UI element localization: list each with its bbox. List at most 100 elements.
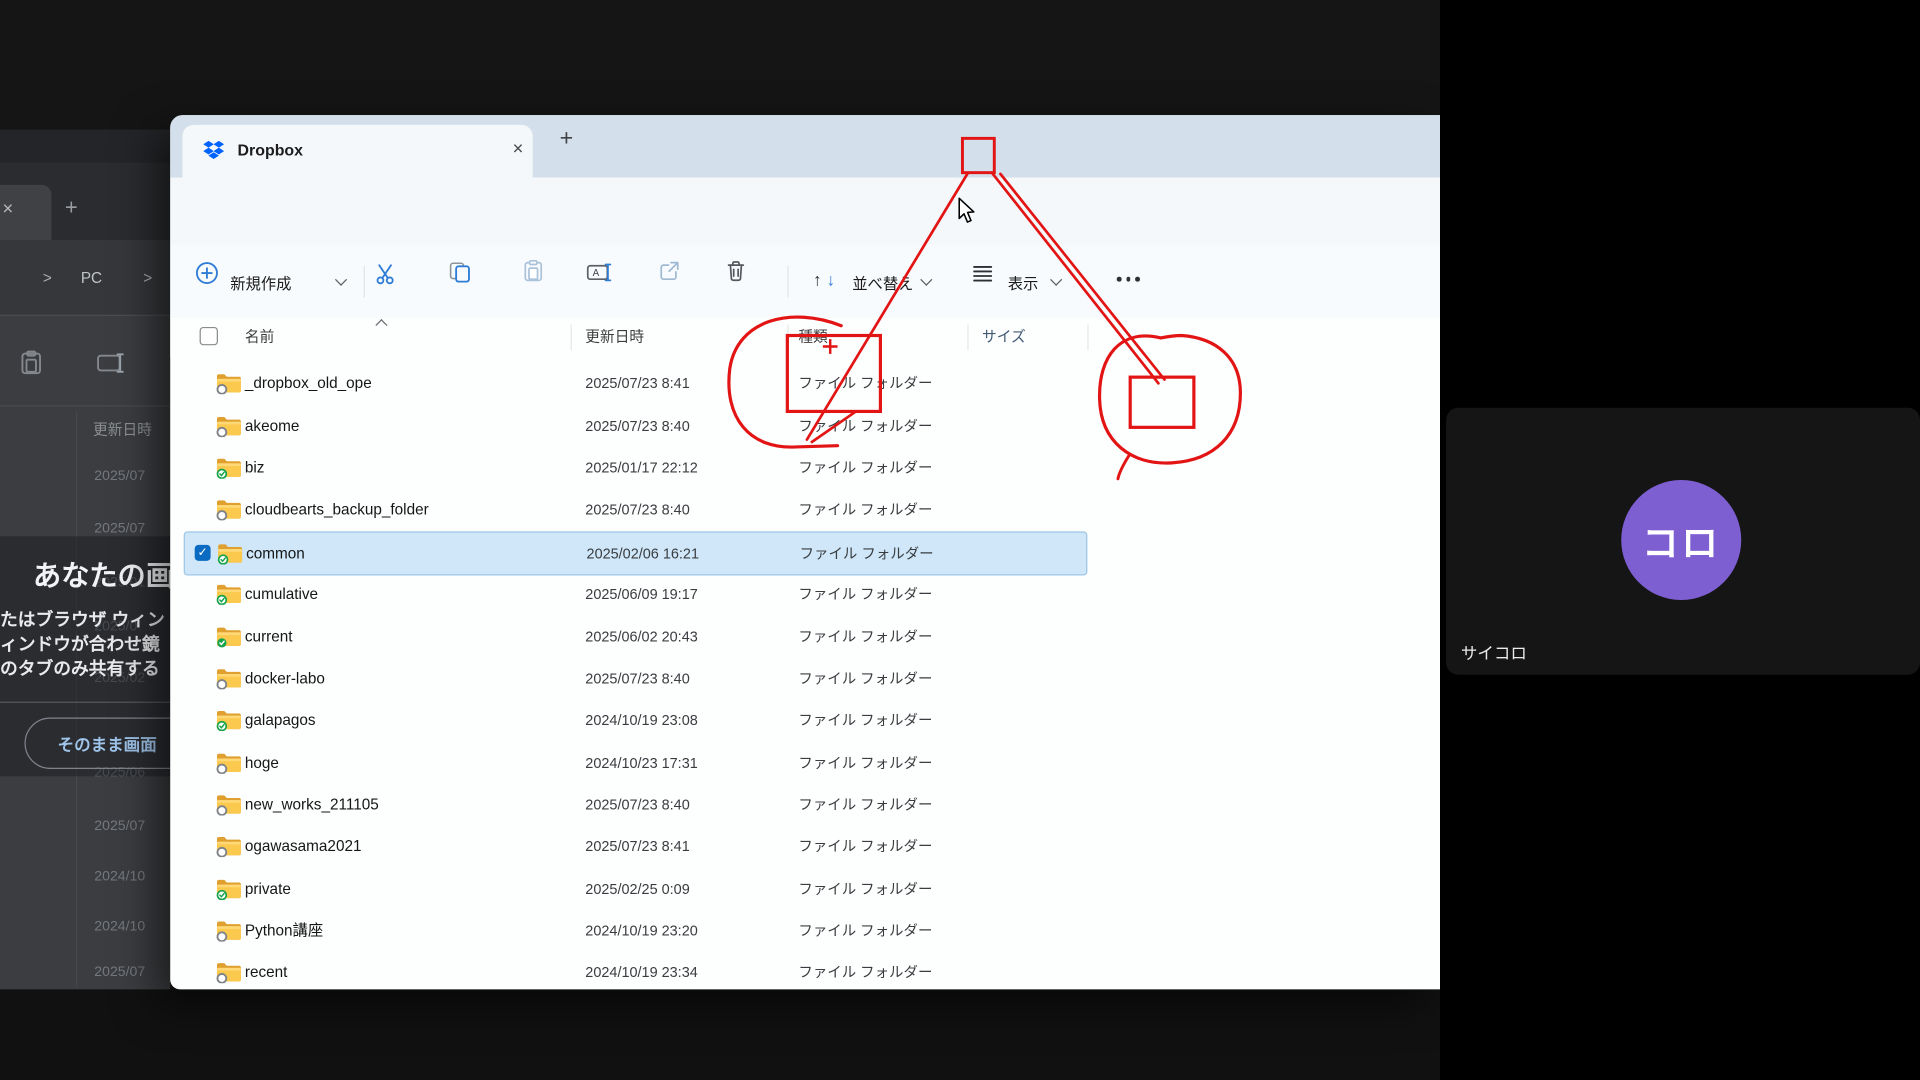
file-type: ファイル フォルダー xyxy=(798,952,932,990)
paste-icon[interactable] xyxy=(18,350,44,382)
divider xyxy=(0,315,170,316)
file-type: ファイル フォルダー xyxy=(798,573,932,615)
folder-icon xyxy=(216,625,242,653)
folder-icon xyxy=(216,793,242,821)
mouse-cursor xyxy=(958,197,976,224)
chevron-down-icon[interactable] xyxy=(335,274,347,286)
delete-icon[interactable] xyxy=(725,260,747,289)
file-row[interactable]: cumulative2025/06/09 19:17ファイル フォルダー xyxy=(184,573,1085,615)
breadcrumb-chevron-icon: > xyxy=(43,269,52,286)
sort-icon[interactable]: ↓ xyxy=(827,269,836,289)
column-separator[interactable] xyxy=(967,324,968,350)
new-item-button[interactable]: 新規作成 xyxy=(230,271,291,294)
file-modified: 2025/02/25 0:09 xyxy=(585,868,689,910)
file-row[interactable]: private2025/02/25 0:09ファイル フォルダー xyxy=(184,868,1085,910)
folder-icon xyxy=(216,835,242,863)
toolbar-separator xyxy=(787,266,788,298)
file-modified: 2024/10/23 17:31 xyxy=(585,741,697,783)
folder-icon xyxy=(216,920,242,948)
rename-icon[interactable]: A xyxy=(587,262,613,289)
file-modified: 2025/07/23 8:40 xyxy=(585,489,689,531)
divider xyxy=(0,405,170,406)
column-separator[interactable] xyxy=(1087,324,1088,350)
file-type: ファイル フォルダー xyxy=(798,363,932,405)
file-type: ファイル フォルダー xyxy=(798,615,932,657)
file-name: Python講座 xyxy=(245,910,323,952)
file-row[interactable]: _dropbox_old_ope 2025/07/23 8:41 ファイル フォルダ… xyxy=(184,363,1085,405)
view-icon[interactable] xyxy=(972,264,993,288)
chevron-down-icon[interactable] xyxy=(920,274,932,286)
file-modified: 2025/07/23 8:41 xyxy=(585,363,689,405)
file-row[interactable]: recent2024/10/19 23:34ファイル フォルダー xyxy=(184,952,1085,990)
file-modified: 2025/06/09 19:17 xyxy=(585,573,697,615)
column-header-size[interactable]: サイズ xyxy=(982,326,1026,347)
file-row[interactable]: biz2025/01/17 22:12ファイル フォルダー xyxy=(184,447,1085,489)
copy-icon[interactable] xyxy=(448,261,471,290)
folder-icon xyxy=(217,542,243,570)
background-tab-close-icon[interactable]: × xyxy=(2,198,13,219)
participant-name-label: サイコロ xyxy=(1461,639,1527,663)
rename-icon[interactable] xyxy=(97,351,125,380)
tab-dropbox[interactable]: Dropbox × xyxy=(182,125,532,178)
file-row[interactable]: galapagos2024/10/19 23:08ファイル フォルダー xyxy=(184,699,1085,741)
svg-text:A: A xyxy=(593,268,600,279)
file-name: current xyxy=(245,615,293,657)
file-type: ファイル フォルダー xyxy=(798,868,932,910)
desktop-bottom-strip xyxy=(0,989,1440,1080)
file-name: akeome xyxy=(245,405,299,447)
more-options-icon[interactable] xyxy=(1117,277,1140,281)
folder-icon xyxy=(216,499,242,527)
background-date-text: 2025/07 xyxy=(94,965,145,980)
file-row[interactable]: hoge 2024/10/23 17:31 ファイル フォルダー xyxy=(184,741,1085,783)
background-new-tab-icon[interactable]: + xyxy=(65,195,78,221)
breadcrumb-item-pc[interactable]: PC xyxy=(81,269,102,286)
file-row[interactable]: cloudbearts_backup_folder2025/07/23 8:40… xyxy=(184,489,1085,531)
view-button[interactable]: 表示 xyxy=(1008,271,1039,294)
file-name: new_works_211105 xyxy=(245,784,379,826)
column-header-type[interactable]: 種類 xyxy=(798,326,827,347)
file-row[interactable]: ✓common2025/02/06 16:21ファイル フォルダー xyxy=(184,531,1088,576)
column-separator[interactable] xyxy=(787,324,788,350)
column-header-modified[interactable]: 更新日時 xyxy=(93,419,152,440)
share-dialog-text: たはブラウザ ウィン xyxy=(0,606,165,632)
file-type: ファイル フォルダー xyxy=(798,699,932,741)
share-screen-button[interactable]: そのまま画面 xyxy=(24,718,170,769)
new-tab-icon[interactable]: + xyxy=(560,126,574,153)
new-item-icon[interactable] xyxy=(195,261,219,292)
column-separator[interactable] xyxy=(571,324,572,350)
file-modified: 2025/07/23 8:40 xyxy=(585,784,689,826)
file-row[interactable]: ogawasama20212025/07/23 8:41ファイル フォルダー xyxy=(184,826,1085,868)
select-all-checkbox[interactable] xyxy=(200,327,218,345)
row-checkbox[interactable]: ✓ xyxy=(195,545,211,561)
file-type: ファイル フォルダー xyxy=(798,447,932,489)
file-type: ファイル フォルダー xyxy=(798,741,932,783)
explorer-nav-bar: ← → ↑ > PC > Data (D:) > Dropbox > xyxy=(170,178,1440,245)
folder-icon xyxy=(216,457,242,485)
file-row[interactable]: current2025/06/02 20:43ファイル フォルダー xyxy=(184,615,1085,657)
background-window: × + > PC > 更新日時 2025/072025/072025/01202… xyxy=(0,130,170,990)
file-row[interactable]: Python講座2024/10/19 23:20ファイル フォルダー xyxy=(184,910,1085,952)
breadcrumb-chevron-icon: > xyxy=(143,269,152,286)
chevron-down-icon[interactable] xyxy=(1050,274,1062,286)
tab-close-icon[interactable]: × xyxy=(506,138,530,159)
explorer-tab-bar: Dropbox × + xyxy=(170,115,1440,177)
column-header-modified[interactable]: 更新日時 xyxy=(585,326,644,347)
file-name: galapagos xyxy=(245,699,316,741)
file-row[interactable]: akeome2025/07/23 8:40ファイル フォルダー xyxy=(184,405,1085,447)
file-row[interactable]: docker-labo2025/07/23 8:40ファイル フォルダー xyxy=(184,657,1085,699)
file-row[interactable]: new_works_2111052025/07/23 8:40ファイル フォルダ… xyxy=(184,784,1085,826)
folder-icon xyxy=(216,373,242,401)
participant-avatar: コロ xyxy=(1621,480,1741,600)
sort-button[interactable]: 並べ替え xyxy=(852,271,913,294)
folder-icon xyxy=(216,415,242,443)
folder-icon xyxy=(216,877,242,905)
meeting-screen: × + > PC > 更新日時 2025/072025/072025/01202… xyxy=(0,0,1920,1080)
paste-icon xyxy=(522,260,545,289)
file-name: hoge xyxy=(245,741,279,783)
sort-icon[interactable]: ↑ xyxy=(813,269,822,289)
file-type: ファイル フォルダー xyxy=(798,826,932,868)
file-name: _dropbox_old_ope xyxy=(245,363,372,405)
file-name: recent xyxy=(245,952,288,990)
cut-icon[interactable] xyxy=(375,262,398,291)
column-header-name[interactable]: 名前 xyxy=(245,326,274,347)
